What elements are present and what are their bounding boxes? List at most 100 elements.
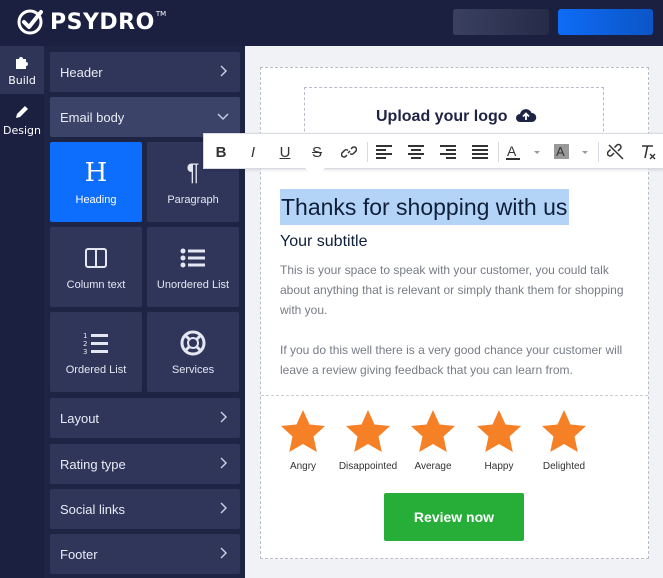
chevron-right-icon (220, 547, 228, 559)
highlight-color-button[interactable]: A (554, 142, 590, 162)
ordered-list-icon: 123 (83, 328, 109, 358)
svg-text:2: 2 (83, 340, 87, 348)
cloud-upload-icon (516, 109, 537, 122)
underline-button[interactable]: U (275, 142, 295, 162)
section-divider (261, 395, 648, 396)
align-justify-icon (472, 145, 488, 159)
section-header-label: Header (60, 64, 103, 80)
email-heading[interactable]: Thanks for shopping with us (280, 189, 570, 225)
preview-button[interactable] (453, 9, 549, 35)
svg-text:A: A (556, 144, 565, 159)
clear-format-icon (642, 145, 656, 160)
rating-label: Disappointed (338, 461, 398, 472)
rail-build[interactable]: Build (0, 46, 44, 94)
unordered-list-icon (180, 243, 206, 273)
email-subtitle[interactable]: Your subtitle (280, 233, 367, 251)
check-circle-icon (17, 9, 43, 35)
align-center-button[interactable] (406, 142, 426, 162)
brand-logo: PSYDRO TM (16, 8, 166, 36)
tile-ordered-list[interactable]: 123 Ordered List (50, 312, 142, 392)
rail-design[interactable]: Design (0, 96, 44, 144)
star-icon (346, 410, 390, 452)
italic-button[interactable]: I (243, 142, 263, 162)
svg-text:1: 1 (83, 332, 87, 340)
align-right-button[interactable] (438, 142, 458, 162)
chevron-right-icon (220, 65, 228, 77)
review-now-button[interactable]: Review now (384, 493, 524, 541)
heading-icon: H (84, 158, 108, 188)
chevron-right-icon (220, 411, 228, 423)
rating-average[interactable]: Average (403, 408, 463, 472)
section-layout[interactable]: Layout (50, 398, 240, 438)
align-left-button[interactable] (374, 142, 394, 162)
upload-logo[interactable]: Upload your logo (376, 107, 537, 126)
rating-label: Average (414, 461, 452, 472)
rating-label: Angry (289, 461, 317, 472)
tile-unordered-list-label: Unordered List (156, 279, 230, 291)
tile-column-text[interactable]: Column text (50, 227, 142, 307)
columns-icon (85, 243, 107, 273)
align-right-icon (440, 145, 456, 159)
tile-column-text-label: Column text (66, 279, 126, 291)
rail-design-label: Design (3, 123, 41, 137)
text-color-button[interactable]: A (506, 142, 542, 162)
unlink-icon (607, 143, 624, 160)
tile-heading-label: Heading (75, 194, 117, 206)
left-rail: Build Design (0, 46, 44, 578)
justify-button[interactable] (470, 142, 490, 162)
text-format-toolbar: B I U S A A (203, 133, 663, 169)
puzzle-icon (16, 56, 28, 69)
link-button[interactable] (339, 142, 359, 162)
rating-label: Happy (484, 461, 514, 472)
paragraph-icon: ¶ (186, 159, 200, 186)
section-rating-type[interactable]: Rating type (50, 444, 240, 484)
star-icon (477, 410, 521, 452)
save-button[interactable] (558, 9, 653, 35)
section-layout-label: Layout (60, 410, 100, 426)
rating-delighted[interactable]: Delighted (534, 408, 594, 472)
upload-logo-label: Upload your logo (376, 108, 508, 125)
tile-paragraph-label: Paragraph (167, 194, 219, 206)
svg-text:A: A (507, 143, 517, 159)
star-icon (542, 410, 586, 452)
section-footer[interactable]: Footer (50, 534, 240, 574)
strikethrough-button[interactable]: S (307, 142, 327, 162)
section-rating-type-label: Rating type (60, 456, 126, 472)
brand-name: PSYDRO (50, 9, 155, 35)
section-email-body[interactable]: Email body (50, 97, 240, 137)
align-center-icon (408, 145, 424, 159)
rail-build-label: Build (8, 73, 36, 87)
trademark: TM (155, 10, 167, 18)
section-header[interactable]: Header (50, 52, 240, 92)
builder-panel: Header Email body H Heading ¶ Paragraph … (44, 46, 245, 578)
rating-label: Delighted (542, 461, 586, 472)
unlink-button[interactable] (606, 142, 626, 162)
bold-button[interactable]: B (211, 142, 231, 162)
star-icon (281, 410, 325, 452)
tile-heading[interactable]: H Heading (50, 142, 142, 222)
section-email-body-label: Email body (60, 109, 125, 125)
tile-ordered-list-label: Ordered List (65, 364, 127, 376)
pencil-icon (16, 105, 28, 118)
section-social-links-label: Social links (60, 501, 126, 517)
star-icon (411, 410, 455, 452)
highlight-color-icon: A (554, 144, 588, 159)
rating-disappointed[interactable]: Disappointed (338, 408, 398, 472)
chevron-right-icon (220, 502, 228, 514)
email-paragraph-2[interactable]: If you do this well there is a very good… (280, 340, 630, 380)
link-icon (341, 146, 357, 158)
tile-unordered-list[interactable]: Unordered List (147, 227, 239, 307)
rating-angry[interactable]: Angry (273, 408, 333, 472)
clear-format-button[interactable] (638, 142, 658, 162)
section-footer-label: Footer (60, 546, 98, 562)
tile-services[interactable]: Services (147, 312, 239, 392)
chevron-right-icon (220, 457, 228, 469)
svg-text:3: 3 (83, 348, 87, 355)
section-social-links[interactable]: Social links (50, 489, 240, 529)
toolbar-pointer (305, 168, 325, 178)
text-color-icon: A (506, 143, 540, 160)
chevron-down-icon (217, 113, 229, 121)
rating-happy[interactable]: Happy (469, 408, 529, 472)
email-paragraph-1[interactable]: This is your space to speak with your cu… (280, 260, 630, 320)
tile-services-label: Services (171, 364, 215, 376)
